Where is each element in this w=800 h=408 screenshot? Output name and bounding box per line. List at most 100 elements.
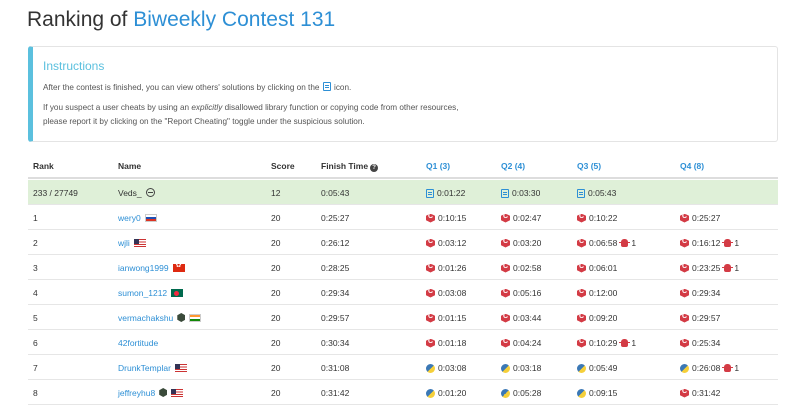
q3-solution[interactable]: 0:12:00: [577, 288, 617, 298]
q4-solution[interactable]: 0:25:34: [680, 338, 720, 348]
cpp-icon[interactable]: [680, 238, 689, 248]
header-q3[interactable]: Q3 (5): [577, 161, 601, 171]
cpp-icon[interactable]: [426, 313, 435, 323]
q4-solution[interactable]: 0:31:42: [680, 388, 720, 398]
python-icon[interactable]: [426, 388, 435, 398]
doc-icon[interactable]: [501, 188, 509, 198]
q4-solution[interactable]: 0:25:27: [680, 213, 720, 223]
cpp-icon[interactable]: [501, 288, 510, 298]
q2-solution[interactable]: 0:03:30: [501, 188, 540, 198]
name-cell: wjli: [118, 238, 146, 248]
question-circle-icon[interactable]: ?: [370, 164, 379, 172]
cpp-icon[interactable]: [577, 213, 586, 223]
python-icon[interactable]: [680, 363, 689, 373]
cpp-icon[interactable]: [577, 338, 586, 348]
q2-solution[interactable]: 0:02:47: [501, 213, 541, 223]
name-cell: DrunkTemplar: [118, 363, 187, 373]
user-name[interactable]: ianwong1999: [118, 263, 169, 273]
cpp-icon[interactable]: [501, 338, 510, 348]
instructions-line-2-text: If you suspect a user cheats by using an: [43, 103, 192, 112]
header-q4[interactable]: Q4 (8): [680, 161, 704, 171]
cpp-icon[interactable]: [577, 288, 586, 298]
score-cell: 20: [271, 313, 281, 323]
q2-solution[interactable]: 0:03:20: [501, 238, 541, 248]
cpp-icon[interactable]: [501, 238, 510, 248]
q4-solution[interactable]: 0:29:34: [680, 288, 720, 298]
finish-time-cell: 0:30:34: [321, 338, 350, 348]
cpp-icon[interactable]: [426, 263, 435, 273]
cpp-icon[interactable]: [680, 313, 689, 323]
cpp-icon[interactable]: [577, 263, 586, 273]
cpp-icon[interactable]: [680, 213, 689, 223]
q3-time: 0:06:01: [589, 263, 618, 273]
instructions-line-2-tail: disallowed library function or copying c…: [222, 103, 459, 112]
user-name[interactable]: 42fortitude: [118, 338, 158, 348]
q1-time: 0:01:18: [438, 338, 467, 348]
q4-time: 0:23:25: [692, 263, 721, 273]
user-name[interactable]: sumon_1212: [118, 288, 167, 298]
doc-icon[interactable]: [426, 188, 434, 198]
user-name[interactable]: wjli: [118, 238, 130, 248]
user-name[interactable]: vermachakshu: [118, 313, 173, 323]
user-name[interactable]: DrunkTemplar: [118, 363, 171, 373]
q4-solution[interactable]: 0:23:25 1: [680, 263, 739, 273]
q1-solution[interactable]: 0:01:26: [426, 263, 466, 273]
q1-solution[interactable]: 0:03:08: [426, 288, 466, 298]
q2-solution[interactable]: 0:03:44: [501, 313, 541, 323]
q3-solution[interactable]: 0:06:01: [577, 263, 617, 273]
q2-solution[interactable]: 0:03:18: [501, 363, 541, 373]
cpp-icon[interactable]: [680, 338, 689, 348]
q2-solution[interactable]: 0:04:24: [501, 338, 541, 348]
rank-cell: 1: [33, 213, 38, 223]
cpp-icon[interactable]: [426, 238, 435, 248]
cpp-icon[interactable]: [426, 338, 435, 348]
user-name[interactable]: Veds_: [118, 188, 142, 198]
cpp-icon[interactable]: [501, 263, 510, 273]
q2-solution[interactable]: 0:05:28: [501, 388, 541, 398]
python-icon[interactable]: [577, 363, 586, 373]
q3-solution[interactable]: 0:10:29 1: [577, 338, 636, 348]
q4-solution[interactable]: 0:16:12 1: [680, 238, 739, 248]
q3-solution[interactable]: 0:05:43: [577, 188, 616, 198]
q2-solution[interactable]: 0:02:58: [501, 263, 541, 273]
python-icon[interactable]: [426, 363, 435, 373]
q1-solution[interactable]: 0:10:15: [426, 213, 466, 223]
q3-solution[interactable]: 0:09:20: [577, 313, 617, 323]
name-cell: vermachakshu: [118, 313, 202, 323]
cpp-icon[interactable]: [680, 288, 689, 298]
cpp-icon[interactable]: [680, 388, 689, 398]
header-q2[interactable]: Q2 (4): [501, 161, 525, 171]
q1-solution[interactable]: 0:01:18: [426, 338, 466, 348]
python-icon[interactable]: [501, 388, 510, 398]
cpp-icon[interactable]: [501, 313, 510, 323]
header-q1[interactable]: Q1 (3): [426, 161, 450, 171]
q2-solution[interactable]: 0:05:16: [501, 288, 541, 298]
q3-solution[interactable]: 0:09:15: [577, 388, 617, 398]
python-icon[interactable]: [577, 388, 586, 398]
doc-icon: [322, 82, 331, 91]
q3-solution[interactable]: 0:05:49: [577, 363, 617, 373]
score-cell: 20: [271, 338, 281, 348]
user-name[interactable]: wery0: [118, 213, 141, 223]
q1-solution[interactable]: 0:01:15: [426, 313, 466, 323]
user-name[interactable]: jeffreyhu8: [118, 388, 155, 398]
q4-solution[interactable]: 0:26:08 1: [680, 363, 739, 373]
python-icon[interactable]: [501, 363, 510, 373]
q3-solution[interactable]: 0:06:58 1: [577, 238, 636, 248]
q3-solution[interactable]: 0:10:22: [577, 213, 617, 223]
q1-solution[interactable]: 0:01:20: [426, 388, 466, 398]
cpp-icon[interactable]: [501, 213, 510, 223]
q1-solution[interactable]: 0:03:12: [426, 238, 466, 248]
avatar-icon: [145, 188, 155, 197]
cpp-icon[interactable]: [426, 213, 435, 223]
q1-solution[interactable]: 0:03:08: [426, 363, 466, 373]
cpp-icon[interactable]: [577, 238, 586, 248]
q4-solution[interactable]: 0:29:57: [680, 313, 720, 323]
cpp-icon[interactable]: [577, 313, 586, 323]
header-score: Score: [271, 161, 295, 171]
contest-name[interactable]: Biweekly Contest 131: [133, 8, 335, 31]
doc-icon[interactable]: [577, 188, 585, 198]
cpp-icon[interactable]: [680, 263, 689, 273]
cpp-icon[interactable]: [426, 288, 435, 298]
q1-solution[interactable]: 0:01:22: [426, 188, 465, 198]
